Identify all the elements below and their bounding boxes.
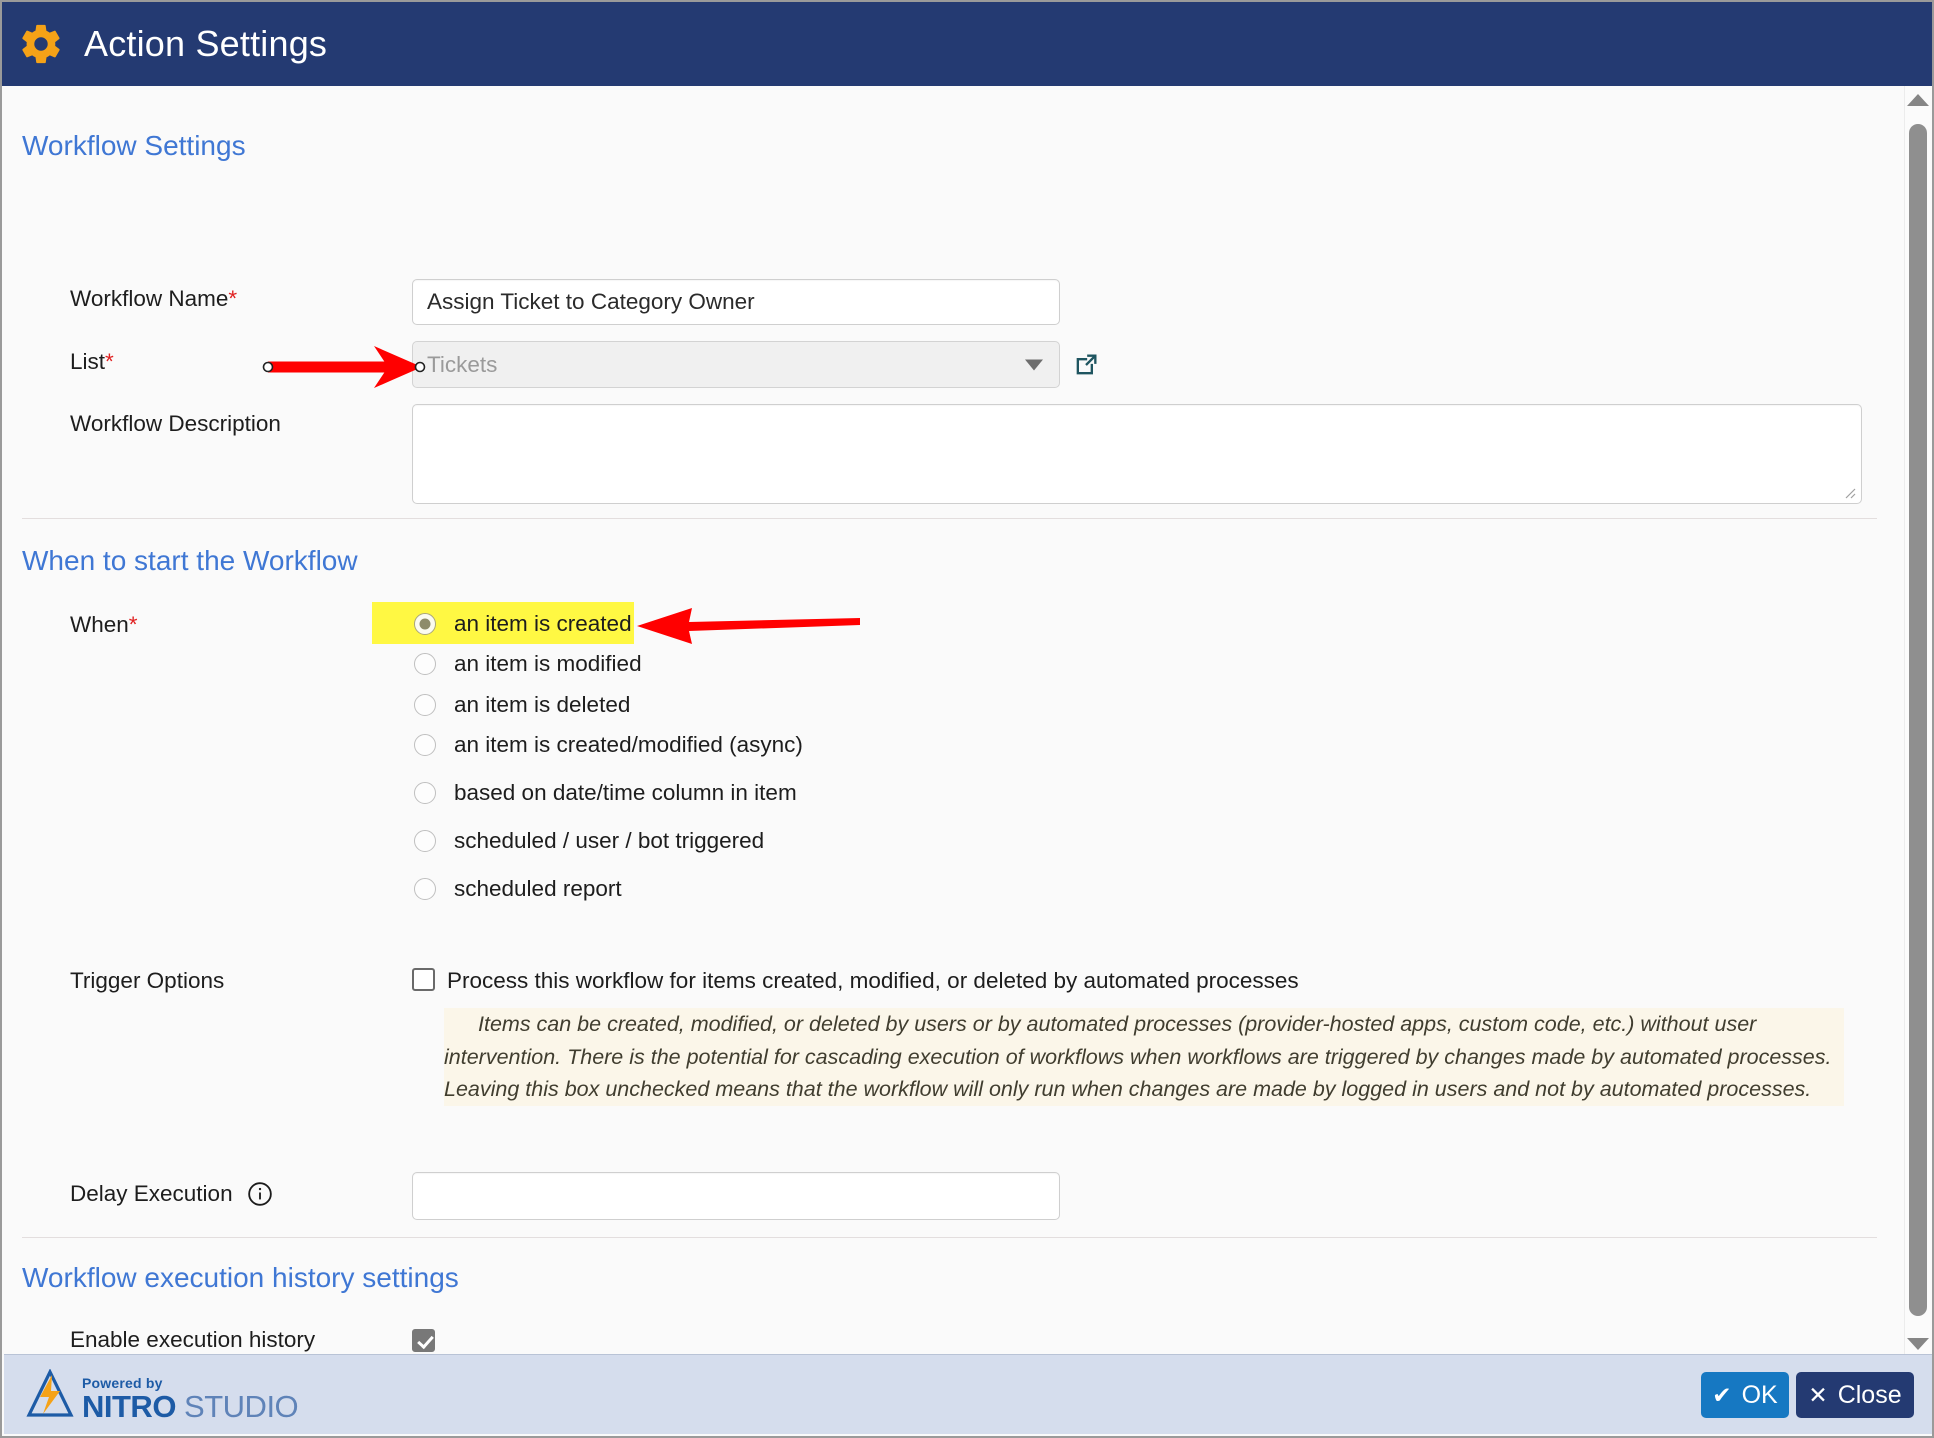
ok-button-label: OK <box>1741 1380 1778 1409</box>
trigger-options-note: Items can be created, modified, or delet… <box>444 1008 1844 1106</box>
nitro-bolt-icon <box>26 1368 74 1424</box>
radio-button[interactable] <box>414 878 436 900</box>
radio-label: an item is modified <box>454 651 642 676</box>
radio-button[interactable] <box>414 653 436 675</box>
radio-label: an item is created/modified (async) <box>454 732 803 757</box>
workflow-description-textarea[interactable] <box>412 404 1862 504</box>
radio-button[interactable] <box>414 734 436 756</box>
settings-content: Workflow Settings Workflow Name* Assign … <box>4 86 1911 1358</box>
section-title-when-to-start: When to start the Workflow <box>22 545 358 576</box>
dialog-footer: Powered by NITRO STUDIO ✔ OK ✕ Close <box>4 1354 1932 1434</box>
label-delay-execution: Delay Execution <box>70 1181 233 1206</box>
list-dropdown-value: Tickets <box>427 351 498 377</box>
logo-powered-by: Powered by <box>82 1375 163 1391</box>
label-workflow-description: Workflow Description <box>70 411 281 436</box>
radio-label: an item is created <box>454 611 632 636</box>
annotation-arrow-to-an-item-is-created <box>637 608 860 644</box>
section-title-history-settings: Workflow execution history settings <box>22 1262 459 1293</box>
radio-button[interactable] <box>414 830 436 852</box>
radio-button[interactable] <box>414 782 436 804</box>
label-workflow-name: Workflow Name* <box>70 286 238 311</box>
enable-execution-history-checkbox[interactable] <box>412 1329 435 1352</box>
radio-an-item-is-deleted[interactable]: an item is deleted <box>414 692 630 718</box>
x-icon: ✕ <box>1808 1381 1828 1408</box>
radio-button[interactable] <box>414 694 436 716</box>
delay-execution-input[interactable] <box>412 1172 1060 1220</box>
triangle-down-icon[interactable] <box>1906 1338 1929 1350</box>
radio-button[interactable] <box>414 613 436 635</box>
trigger-options-checkbox-label: Process this workflow for items created,… <box>447 968 1299 993</box>
ok-button[interactable]: ✔ OK <box>1701 1372 1789 1418</box>
radio-label: scheduled / user / bot triggered <box>454 828 765 853</box>
page-title: Action Settings <box>84 23 328 64</box>
label-enable-execution-history: Enable execution history <box>70 1327 316 1352</box>
radio-scheduled-user-bot-triggered[interactable]: scheduled / user / bot triggered <box>414 828 764 854</box>
radio-label: scheduled report <box>454 876 622 901</box>
radio-an-item-is-created-modified-async[interactable]: an item is created/modified (async) <box>414 732 803 758</box>
scrollbar-thumb[interactable] <box>1909 124 1927 1316</box>
radio-label: based on date/time column in item <box>454 780 797 805</box>
label-list: List* <box>70 349 114 374</box>
chevron-down-icon <box>1025 359 1043 370</box>
logo-brand-bold: NITRO <box>82 1389 176 1424</box>
label-trigger-options: Trigger Options <box>70 968 225 993</box>
external-link-icon[interactable] <box>1072 351 1100 384</box>
logo-brand-light: STUDIO <box>175 1389 299 1424</box>
radio-an-item-is-created[interactable]: an item is created <box>414 611 632 637</box>
radio-an-item-is-modified[interactable]: an item is modified <box>414 651 642 677</box>
radio-label: an item is deleted <box>454 692 631 717</box>
section-title-workflow-settings: Workflow Settings <box>22 130 246 161</box>
resize-grip-icon[interactable] <box>1842 485 1858 501</box>
vertical-scrollbar[interactable] <box>1904 86 1930 1358</box>
label-when: When* <box>70 612 138 637</box>
divider <box>22 1237 1877 1238</box>
divider <box>22 518 1877 519</box>
trigger-options-checkbox[interactable] <box>412 968 435 991</box>
gear-icon <box>18 21 64 67</box>
dialog-header: Action Settings <box>2 2 1932 86</box>
triangle-up-icon[interactable] <box>1906 94 1929 106</box>
action-settings-dialog: Action Settings Workflow Settings Workfl… <box>0 0 1934 1438</box>
list-dropdown[interactable]: Tickets <box>412 341 1060 388</box>
nitro-studio-logo: Powered by NITRO STUDIO <box>26 1368 299 1424</box>
check-icon: ✔ <box>1712 1381 1732 1408</box>
radio-based-on-date-time-column[interactable]: based on date/time column in item <box>414 780 797 806</box>
close-button-label: Close <box>1837 1380 1902 1409</box>
close-button[interactable]: ✕ Close <box>1796 1372 1914 1418</box>
radio-scheduled-report[interactable]: scheduled report <box>414 876 622 902</box>
workflow-name-input[interactable]: Assign Ticket to Category Owner <box>412 279 1060 325</box>
info-circle-icon[interactable] <box>247 1181 273 1207</box>
